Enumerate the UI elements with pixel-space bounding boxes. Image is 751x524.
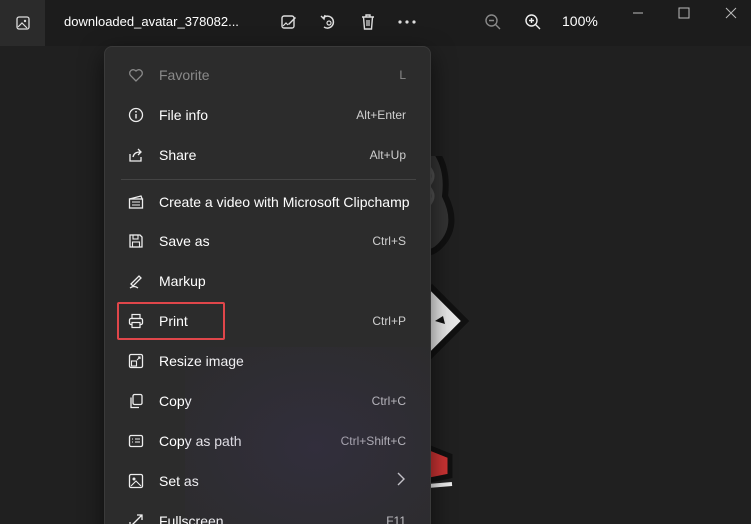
zoom-out-icon[interactable] (480, 10, 506, 34)
context-menu: Favorite L File info Alt+Enter Share Alt… (104, 46, 431, 524)
print-highlight-box (117, 302, 225, 340)
menu-item-shortcut: Alt+Up (369, 148, 406, 162)
menu-item-copy-as-path[interactable]: Copy as path Ctrl+Shift+C (105, 423, 430, 459)
fullscreen-icon (127, 512, 145, 524)
menu-item-label: Set as (159, 473, 199, 489)
menu-item-copy[interactable]: Copy Ctrl+C (105, 383, 430, 419)
info-icon (127, 106, 145, 124)
copy-path-icon (127, 432, 145, 450)
delete-icon[interactable] (355, 10, 381, 34)
share-icon (127, 146, 145, 164)
menu-item-shortcut: F11 (386, 514, 406, 524)
menu-item-label: Favorite (159, 67, 210, 83)
resize-icon (127, 352, 145, 370)
menu-item-label: File info (159, 107, 209, 123)
menu-item-label: Fullscreen (159, 513, 224, 524)
menu-item-label: Save as (159, 233, 210, 249)
menu-item-file-info[interactable]: File info Alt+Enter (105, 97, 430, 133)
menu-item-label: Markup (159, 273, 206, 289)
menu-item-shortcut: Ctrl+S (372, 234, 406, 248)
maximize-icon[interactable] (675, 4, 693, 22)
edit-image-icon[interactable] (276, 10, 302, 34)
menu-item-label: Copy as path (159, 433, 242, 449)
menu-item-share[interactable]: Share Alt+Up (105, 137, 430, 173)
rotate-icon[interactable] (315, 10, 341, 34)
menu-item-shortcut: Ctrl+Shift+C (340, 434, 406, 448)
menu-item-resize-image[interactable]: Resize image (105, 343, 430, 379)
save-icon (127, 232, 145, 250)
menu-item-label: Create a video with Microsoft Clipchamp (159, 194, 410, 210)
chevron-right-icon (396, 472, 406, 486)
minimize-icon[interactable] (629, 4, 647, 22)
menu-item-favorite: Favorite L (105, 57, 430, 93)
close-icon[interactable] (722, 4, 740, 22)
menu-item-shortcut: Ctrl+C (371, 394, 406, 408)
zoom-level[interactable]: 100% (562, 13, 598, 29)
menu-item-shortcut: L (399, 68, 406, 82)
zoom-in-icon[interactable] (520, 10, 546, 34)
menu-item-label: Share (159, 147, 197, 163)
menu-item-label: Resize image (159, 353, 244, 369)
menu-item-label: Copy (159, 393, 192, 409)
menu-item-clipchamp[interactable]: Create a video with Microsoft Clipchamp (105, 184, 430, 220)
file-name: downloaded_avatar_378082... (64, 14, 239, 29)
copy-icon (127, 392, 145, 410)
more-icon[interactable] (394, 10, 420, 34)
markup-icon (127, 272, 145, 290)
clipchamp-icon (127, 193, 145, 211)
menu-item-shortcut: Ctrl+P (372, 314, 406, 328)
menu-item-fullscreen[interactable]: Fullscreen F11 (105, 503, 430, 524)
menu-item-shortcut: Alt+Enter (356, 108, 406, 122)
menu-item-markup[interactable]: Markup (105, 263, 430, 299)
menu-separator (121, 179, 416, 180)
menu-item-set-as[interactable]: Set as (105, 463, 430, 499)
heart-icon (127, 66, 145, 84)
menu-item-save-as[interactable]: Save as Ctrl+S (105, 223, 430, 259)
image-icon[interactable] (0, 0, 45, 46)
title-bar: downloaded_avatar_378082... 100% (0, 0, 751, 46)
set-as-icon (127, 472, 145, 490)
